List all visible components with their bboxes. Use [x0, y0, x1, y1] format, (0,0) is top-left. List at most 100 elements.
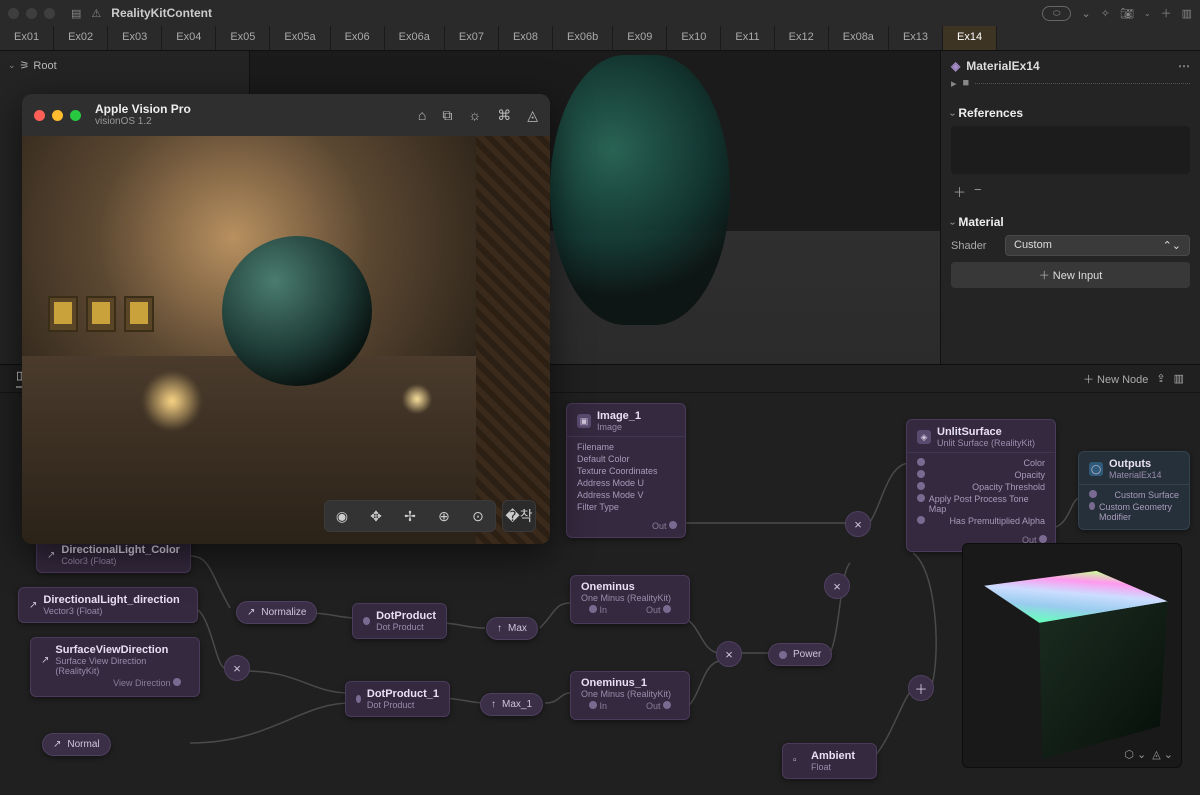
up-icon: ↑: [497, 623, 502, 634]
simulator-title: Apple Vision Pro: [95, 103, 191, 116]
tab-ex09[interactable]: Ex09: [613, 26, 667, 50]
node-directional-light-direction[interactable]: ↗ DirectionalLight_directionVector3 (Flo…: [18, 587, 198, 623]
tab-ex05[interactable]: Ex05: [216, 26, 270, 50]
dropdown-indicator-icon[interactable]: ⌄: [1081, 7, 1090, 20]
tab-ex13[interactable]: Ex13: [889, 26, 943, 50]
camera-dropdown-icon[interactable]: ⌄: [1144, 9, 1151, 18]
add-reference-button[interactable]: ＋: [953, 182, 966, 201]
material-icon: ◈: [951, 59, 960, 73]
tab-ex08[interactable]: Ex08: [499, 26, 553, 50]
disclosure-icon[interactable]: [951, 106, 954, 120]
image-icon: ▣: [577, 414, 591, 428]
shader-label: Shader: [951, 240, 999, 252]
entity-icon: ⚞: [20, 59, 30, 72]
simulator-traffic-lights[interactable]: [34, 110, 81, 121]
node-normalize[interactable]: ↗Normalize: [236, 601, 317, 624]
shader-select[interactable]: Custom ⌃⌄: [1005, 235, 1190, 256]
pan-icon[interactable]: ✥: [359, 508, 393, 525]
simulator-window[interactable]: Apple Vision Pro visionOS 1.2 ⌂ ⧉ ☼ ⌘ ◬ …: [22, 94, 550, 544]
rotate-icon[interactable]: ⊕: [427, 508, 461, 525]
tab-ex03[interactable]: Ex03: [108, 26, 162, 50]
simulator-titlebar[interactable]: Apple Vision Pro visionOS 1.2 ⌂ ⧉ ☼ ⌘ ◬: [22, 94, 550, 136]
wand-icon[interactable]: ✧: [1101, 7, 1110, 20]
stop-icon[interactable]: ■: [963, 77, 970, 90]
screenshot-icon[interactable]: ⧉: [442, 107, 452, 124]
move-icon[interactable]: ✢: [393, 508, 427, 525]
node-surface-view-direction[interactable]: ↗ SurfaceViewDirectionSurface View Direc…: [30, 637, 200, 697]
node-max-1[interactable]: ↑Max_1: [480, 693, 543, 716]
play-icon[interactable]: ▸: [951, 77, 957, 90]
new-input-button[interactable]: ＋ New Input: [951, 262, 1190, 288]
node-normal[interactable]: ↗Normal: [42, 733, 111, 756]
sim-nav-tools[interactable]: ◉ ✥ ✢ ⊕ ⊙: [324, 500, 496, 532]
tab-ex06a[interactable]: Ex06a: [385, 26, 445, 50]
tab-ex14[interactable]: Ex14: [943, 26, 997, 50]
output-icon: ◯: [1089, 462, 1103, 476]
preview-sphere: [550, 55, 730, 325]
tab-ex06b[interactable]: Ex06b: [553, 26, 613, 50]
keyboard-icon[interactable]: ⌘: [497, 107, 511, 124]
device-icon[interactable]: ⬭: [1042, 6, 1072, 21]
traffic-lights[interactable]: [8, 8, 55, 19]
tab-ex07[interactable]: Ex07: [445, 26, 499, 50]
node-max[interactable]: ↑Max: [486, 617, 538, 640]
node-multiply[interactable]: ×: [845, 511, 871, 537]
environment-icon[interactable]: ◬: [527, 107, 538, 124]
new-node-button[interactable]: ＋ New Node: [1083, 371, 1148, 387]
node-multiply-2[interactable]: ×: [224, 655, 250, 681]
more-icon[interactable]: ⋯: [1178, 59, 1190, 73]
node-oneminus[interactable]: OneminusOne Minus (RealityKit) InOut: [570, 575, 690, 624]
node-oneminus-1[interactable]: Oneminus_1One Minus (RealityKit) InOut: [570, 671, 690, 720]
preview-env-button[interactable]: ◬ ⌄: [1152, 748, 1173, 761]
orbit-icon[interactable]: ◉: [325, 508, 359, 525]
node-add[interactable]: ＋: [908, 675, 934, 701]
camera-icon[interactable]: 📷︎: [1120, 7, 1134, 20]
node-dot-product-1[interactable]: DotProduct_1Dot Product: [345, 681, 450, 717]
node-multiply-4[interactable]: ×: [824, 573, 850, 599]
arrow-icon: ↗: [29, 600, 37, 611]
inspector-toggle-icon[interactable]: ▥: [1182, 7, 1192, 20]
home-icon[interactable]: ⌂: [418, 107, 426, 124]
node-dot-product[interactable]: DotProductDot Product: [352, 603, 447, 639]
zoom-icon[interactable]: ⊙: [461, 508, 495, 525]
window-titlebar: ▤ ⚠ RealityKitContent ⬭ ⌄ ✧ 📷︎ ⌄ ＋ ▥: [0, 0, 1200, 26]
tab-ex06[interactable]: Ex06: [331, 26, 385, 50]
material-header: Material: [958, 215, 1003, 229]
up-icon: ↑: [491, 699, 496, 710]
node-power[interactable]: Power: [768, 643, 832, 666]
ar-sphere: [222, 236, 372, 386]
references-list[interactable]: [951, 126, 1190, 174]
root-label: Root: [33, 60, 56, 72]
tab-ex08a[interactable]: Ex08a: [829, 26, 889, 50]
node-multiply-3[interactable]: ×: [716, 641, 742, 667]
remove-reference-button[interactable]: −: [974, 182, 982, 201]
node-unlit-surface[interactable]: ◈ UnlitSurfaceUnlit Surface (RealityKit)…: [906, 419, 1056, 552]
add-icon[interactable]: ＋: [1161, 5, 1172, 21]
references-header: References: [958, 106, 1023, 120]
node-outputs[interactable]: ◯ OutputsMaterialEx14 Custom Surface Cus…: [1078, 451, 1190, 530]
pin-icon[interactable]: ⇪: [1156, 372, 1165, 385]
tab-ex11[interactable]: Ex11: [721, 26, 774, 50]
disclosure-icon[interactable]: ⌄: [8, 60, 16, 71]
tab-ex12[interactable]: Ex12: [775, 26, 829, 50]
node-image[interactable]: ▣ Image_1Image Filename Default Color Te…: [566, 403, 686, 538]
hierarchy-root[interactable]: ⌄ ⚞ Root: [8, 57, 241, 74]
arrow-icon: ↗: [53, 739, 61, 750]
disclosure-icon[interactable]: [951, 215, 954, 229]
tab-ex01[interactable]: Ex01: [0, 26, 54, 50]
tab-ex10[interactable]: Ex10: [667, 26, 721, 50]
tab-ex05a[interactable]: Ex05a: [270, 26, 330, 50]
tab-ex04[interactable]: Ex04: [162, 26, 216, 50]
warning-icon[interactable]: ⚠: [91, 7, 101, 20]
app-title: RealityKitContent: [111, 6, 212, 20]
simulator-viewport[interactable]: ◉ ✥ ✢ ⊕ ⊙ �착: [22, 136, 550, 544]
scene-tabs: Ex01 Ex02 Ex03 Ex04 Ex05 Ex05a Ex06 Ex06…: [0, 26, 1200, 51]
brightness-icon[interactable]: ☼: [468, 107, 481, 124]
timeline-slider[interactable]: [975, 83, 1190, 90]
layout-toggle-icon[interactable]: ▥: [1174, 372, 1184, 385]
preview-shape-button[interactable]: ⬡ ⌄: [1124, 748, 1146, 761]
node-ambient[interactable]: ▫ AmbientFloat: [782, 743, 877, 779]
tab-ex02[interactable]: Ex02: [54, 26, 108, 50]
sidebar-toggle-icon[interactable]: ▤: [71, 7, 81, 20]
record-button[interactable]: �착: [502, 500, 536, 532]
